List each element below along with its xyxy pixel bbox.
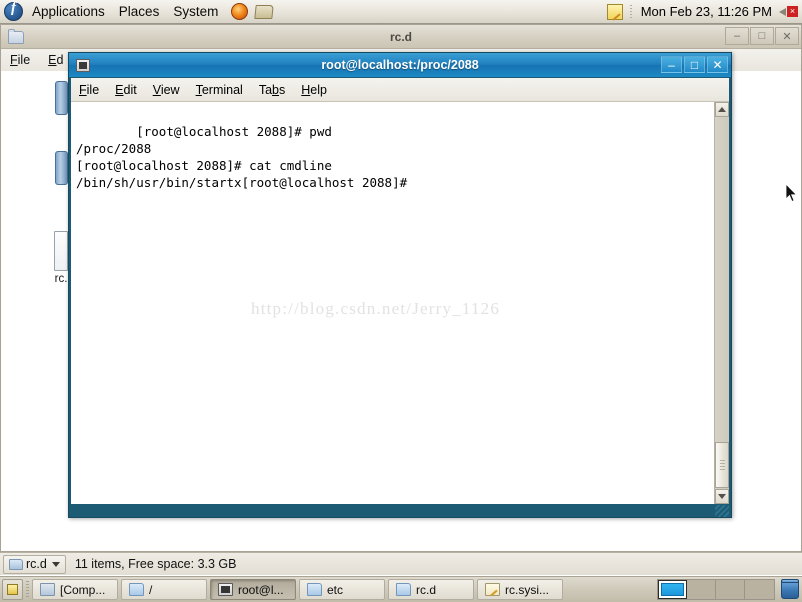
file-manager-titlebar[interactable]: rc.d – □ ✕ [1,25,801,49]
terminal-output[interactable]: [root@localhost 2088]# pwd /proc/2088 [r… [71,102,714,504]
system-menu[interactable]: System [166,2,225,21]
file-manager-window-buttons: – □ ✕ [725,27,799,45]
taskbar-item-label: etc [327,582,344,597]
taskbar-item-label: root@l... [238,582,284,597]
fedora-logo-icon[interactable] [4,0,23,21]
file-icon [54,151,68,185]
clock[interactable]: Mon Feb 23, 11:26 PM [636,4,777,19]
close-button[interactable]: ✕ [707,56,728,73]
menu-terminal[interactable]: Terminal [188,80,251,100]
maximize-button[interactable]: □ [684,56,705,73]
terminal-title: root@localhost:/proc/2088 [321,58,479,72]
scrollbar-thumb[interactable] [715,442,729,488]
file-manager-launcher-icon[interactable] [254,4,275,19]
taskbar-item-computer[interactable]: [Comp... [32,579,118,600]
location-label: rc.d [26,557,47,571]
taskbar-separator [26,581,29,598]
file-manager-title: rc.d [389,29,412,44]
minimize-button[interactable]: – [661,56,682,73]
taskbar-item-rcsysinit[interactable]: rc.sysi... [477,579,563,600]
chevron-down-icon [51,561,60,567]
file-manager-statusbar: rc.d 11 items, Free space: 3.3 GB [0,552,802,575]
menu-file[interactable]: File [1,51,39,69]
scroll-down-icon[interactable] [715,489,729,504]
notepad-icon [485,583,500,596]
folder-icon [8,28,24,44]
terminal-icon [218,583,233,596]
folder-icon [396,583,411,596]
menu-file-rest: ile [17,53,31,67]
terminal-icon [76,58,90,72]
workspace-4[interactable] [745,580,774,599]
mute-mark: × [787,5,798,17]
taskbar: [Comp... / root@l... etc rc.d rc.sysi... [0,576,802,602]
resize-grip[interactable] [715,505,729,517]
firefox-launcher-icon[interactable] [231,3,249,20]
terminal-scrollbar[interactable] [714,102,729,504]
taskbar-item-root[interactable]: / [121,579,207,600]
close-button[interactable]: ✕ [775,27,799,45]
menu-edit-rest: d [56,53,64,67]
folder-icon [129,583,144,596]
top-panel: Applications Places System Mon Feb 23, 1… [0,0,802,24]
scroll-up-icon[interactable] [715,102,729,117]
desktop-screen: rc.d – □ ✕ File Ed rc. root@localhost:/p… [0,0,802,602]
terminal-window: root@localhost:/proc/2088 – □ ✕ File Edi… [68,52,732,518]
menu-tabs[interactable]: Tabs [251,80,293,100]
terminal-titlebar[interactable]: root@localhost:/proc/2088 – □ ✕ [69,53,731,77]
taskbar-item-label: [Comp... [60,582,106,597]
applications-menu[interactable]: Applications [25,2,112,21]
folder-icon [9,558,23,570]
menu-view[interactable]: View [145,80,188,100]
trash-icon[interactable] [781,579,799,599]
menu-help[interactable]: Help [293,80,335,100]
show-desktop-icon[interactable] [2,579,23,600]
taskbar-item-rcd[interactable]: rc.d [388,579,474,600]
panel-separator [629,4,632,19]
taskbar-right-area [657,579,802,600]
menu-edit[interactable]: Edit [107,80,145,100]
watermark-text: http://blog.csdn.net/Jerry_1126 [251,299,501,318]
workspace-2[interactable] [687,580,716,599]
taskbar-item-terminal[interactable]: root@l... [210,579,296,600]
location-dropdown-button[interactable]: rc.d [3,554,66,574]
folder-icon [307,583,322,596]
workspace-1[interactable] [658,580,687,599]
workspace-switcher[interactable] [657,579,775,600]
taskbar-item-etc[interactable]: etc [299,579,385,600]
maximize-button[interactable]: □ [750,27,774,45]
note-icon[interactable] [606,3,623,20]
terminal-content-area[interactable]: [root@localhost 2088]# pwd /proc/2088 [r… [71,102,729,504]
menu-file[interactable]: File [71,80,107,100]
document-icon [54,231,68,271]
computer-icon [40,583,55,596]
terminal-menubar: File Edit View Terminal Tabs Help [71,78,729,102]
terminal-output-text: [root@localhost 2088]# pwd /proc/2088 [r… [76,124,408,190]
panel-tray: Mon Feb 23, 11:26 PM × [606,3,802,20]
minimize-button[interactable]: – [725,27,749,45]
taskbar-item-label: rc.d [416,582,437,597]
taskbar-item-label: / [149,582,153,597]
places-menu[interactable]: Places [112,2,167,21]
terminal-window-buttons: – □ ✕ [661,56,728,73]
speaker-muted-icon[interactable]: × [778,4,798,20]
file-icon [54,81,68,115]
status-text: 11 items, Free space: 3.3 GB [74,557,237,571]
taskbar-item-label: rc.sysi... [505,582,549,597]
workspace-3[interactable] [716,580,745,599]
